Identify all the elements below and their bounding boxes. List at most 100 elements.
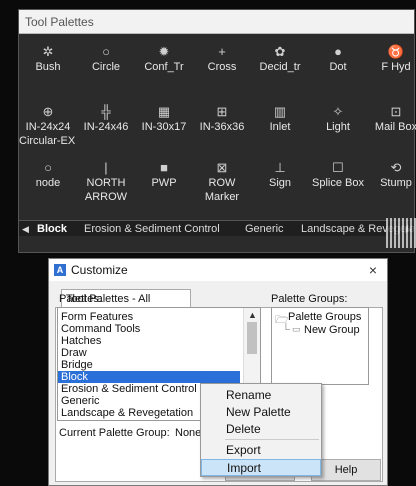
tab-block[interactable]: Block — [37, 221, 67, 236]
tool-label: Mail Box — [374, 121, 416, 133]
palette-list-item[interactable]: Bridge — [61, 359, 93, 371]
tool-mailbox[interactable]: ⊡ Mail Box — [367, 104, 416, 134]
tool-label: Splice Box — [312, 177, 364, 189]
palette-edge-strip — [386, 218, 416, 248]
tool-label: Sign — [268, 177, 292, 189]
tool-conifer[interactable]: ✹ Conf_Tr — [135, 44, 193, 74]
inlet-30x17-icon: ▦ — [157, 104, 171, 119]
deciduous-icon: ✿ — [274, 44, 286, 59]
folder-icon: ▭ — [292, 324, 301, 334]
inlet-icon: ▥ — [273, 104, 287, 119]
circle-icon: ○ — [102, 44, 110, 59]
tool-bush[interactable]: ✲ Bush — [19, 44, 77, 74]
tool-label: NORTH — [86, 177, 126, 189]
tool-label: Cross — [207, 61, 237, 73]
dialog-title: Customize — [71, 263, 128, 277]
tool-dot[interactable]: ● Dot — [309, 44, 367, 74]
cross-icon: + — [218, 44, 226, 59]
dot-icon: ● — [334, 44, 342, 59]
tool-palettes-window: Tool Palettes ✲ Bush ○ Circle ✹ Conf_Tr + Cross… — [18, 9, 416, 253]
palette-list-item[interactable]: Landscape & Revegetation — [61, 407, 193, 419]
tab-generic[interactable]: Generic — [245, 221, 284, 236]
menu-separator — [225, 439, 319, 440]
tool-label: Decid_tr — [259, 61, 301, 73]
stump-icon: ⟲ — [390, 160, 402, 175]
tool-circle[interactable]: ○ Circle — [77, 44, 135, 74]
inlet-24x46-icon: ╬ — [101, 104, 111, 119]
tool-label: IN-30x17 — [141, 121, 187, 133]
tool-label: node — [35, 177, 61, 189]
current-group-value: None — [175, 427, 202, 439]
menu-item-import[interactable]: Import — [201, 459, 321, 476]
tool-inlet-30x17[interactable]: ▦ IN-30x17 — [135, 104, 193, 134]
menu-item-delete[interactable]: Delete — [201, 421, 321, 438]
tool-stump[interactable]: ⟲ Stump — [367, 160, 416, 190]
hydrant-icon: ♉ — [387, 44, 405, 59]
node-icon: ○ — [44, 160, 52, 175]
palette-list-item[interactable]: Draw — [61, 347, 87, 359]
palette-list-item[interactable]: Command Tools — [61, 323, 140, 335]
pwp-icon: ■ — [160, 160, 168, 175]
palette-list-item[interactable]: Block — [58, 371, 240, 383]
tool-label: PWP — [151, 177, 177, 189]
tool-cross[interactable]: + Cross — [193, 44, 251, 74]
tool-sign[interactable]: ⊥ Sign — [251, 160, 309, 190]
tool-label: IN-24x46 — [83, 121, 129, 133]
north-arrow-icon: | — [104, 160, 108, 175]
tool-splice-box[interactable]: ☐ Splice Box — [309, 160, 367, 190]
tool-hydrant[interactable]: ♉ F Hyd — [367, 44, 416, 74]
palette-list-item[interactable]: Hatches — [61, 335, 101, 347]
autocad-app-icon: A — [54, 264, 66, 276]
tree-branch-icon: └ — [282, 324, 290, 336]
tool-node[interactable]: ○ node — [19, 160, 77, 190]
palette-title: Tool Palettes — [19, 10, 414, 34]
scroll-thumb[interactable] — [247, 322, 257, 354]
tree-item-new-group[interactable]: New Group — [304, 324, 360, 336]
tool-inlet[interactable]: ▥ Inlet — [251, 104, 309, 134]
tool-label-line2: Marker — [204, 191, 240, 203]
scroll-up-icon[interactable]: ▲ — [248, 310, 257, 320]
tab-scroll-left-icon[interactable]: ◀ — [22, 221, 29, 236]
palette-groups-tree[interactable]: 🗁 Palette Groups └ ▭ New Group — [271, 307, 369, 385]
menu-item-export[interactable]: Export — [201, 442, 321, 459]
mailbox-icon: ⊡ — [390, 104, 402, 119]
light-icon: ✧ — [332, 104, 344, 119]
tree-root-palette-groups[interactable]: Palette Groups — [288, 311, 361, 323]
menu-item-new-palette[interactable]: New Palette — [201, 404, 321, 421]
menu-item-rename[interactable]: Rename — [201, 387, 321, 404]
tool-north-arrow[interactable]: | NORTH ARROW — [77, 160, 135, 204]
tool-label: Conf_Tr — [144, 61, 184, 73]
context-menu: Rename New Palette Delete Export Import — [200, 383, 322, 477]
tool-label: Bush — [35, 61, 61, 73]
bush-icon: ✲ — [42, 44, 54, 59]
palette-tab-strip: ◀ Block Erosion & Sediment Control Gener… — [19, 220, 414, 236]
tool-label: IN-24x24 — [25, 121, 71, 133]
conifer-icon: ✹ — [158, 44, 170, 59]
tool-label: Circle — [91, 61, 121, 73]
inlet-36x36-icon: ⊞ — [216, 104, 228, 119]
palette-list-item[interactable]: Form Features — [61, 311, 133, 323]
screen: Tool Palettes ✲ Bush ○ Circle ✹ Conf_Tr + Cross… — [0, 0, 416, 486]
tool-pwp[interactable]: ■ PWP — [135, 160, 193, 190]
tool-extra-label: Circular-EX — [19, 135, 76, 147]
tool-deciduous[interactable]: ✿ Decid_tr — [251, 44, 309, 74]
tool-inlet-24x24[interactable]: ⊕ IN-24x24 Circular-EX — [19, 104, 77, 148]
dialog-titlebar: A Customize × — [49, 259, 387, 281]
tool-label: IN-36x36 — [199, 121, 245, 133]
tool-label: Light — [326, 121, 350, 133]
tool-label: Dot — [329, 61, 347, 73]
tool-row-marker[interactable]: ⊠ ROW Marker — [193, 160, 251, 204]
tab-erosion[interactable]: Erosion & Sediment Control — [84, 221, 220, 236]
row-marker-icon: ⊠ — [216, 160, 228, 175]
splice-box-icon: ☐ — [332, 160, 344, 175]
tool-light[interactable]: ✧ Light — [309, 104, 367, 134]
close-icon[interactable]: × — [369, 259, 377, 281]
sign-icon: ⊥ — [274, 160, 286, 175]
tool-label: F Hyd — [381, 61, 411, 73]
palette-list-item[interactable]: Erosion & Sediment Control — [61, 383, 197, 395]
tool-label: Inlet — [269, 121, 291, 133]
palette-list-item[interactable]: Generic — [61, 395, 100, 407]
current-group-label: Current Palette Group: — [59, 427, 170, 439]
tool-inlet-24x46[interactable]: ╬ IN-24x46 — [77, 104, 135, 134]
tool-inlet-36x36[interactable]: ⊞ IN-36x36 — [193, 104, 251, 134]
